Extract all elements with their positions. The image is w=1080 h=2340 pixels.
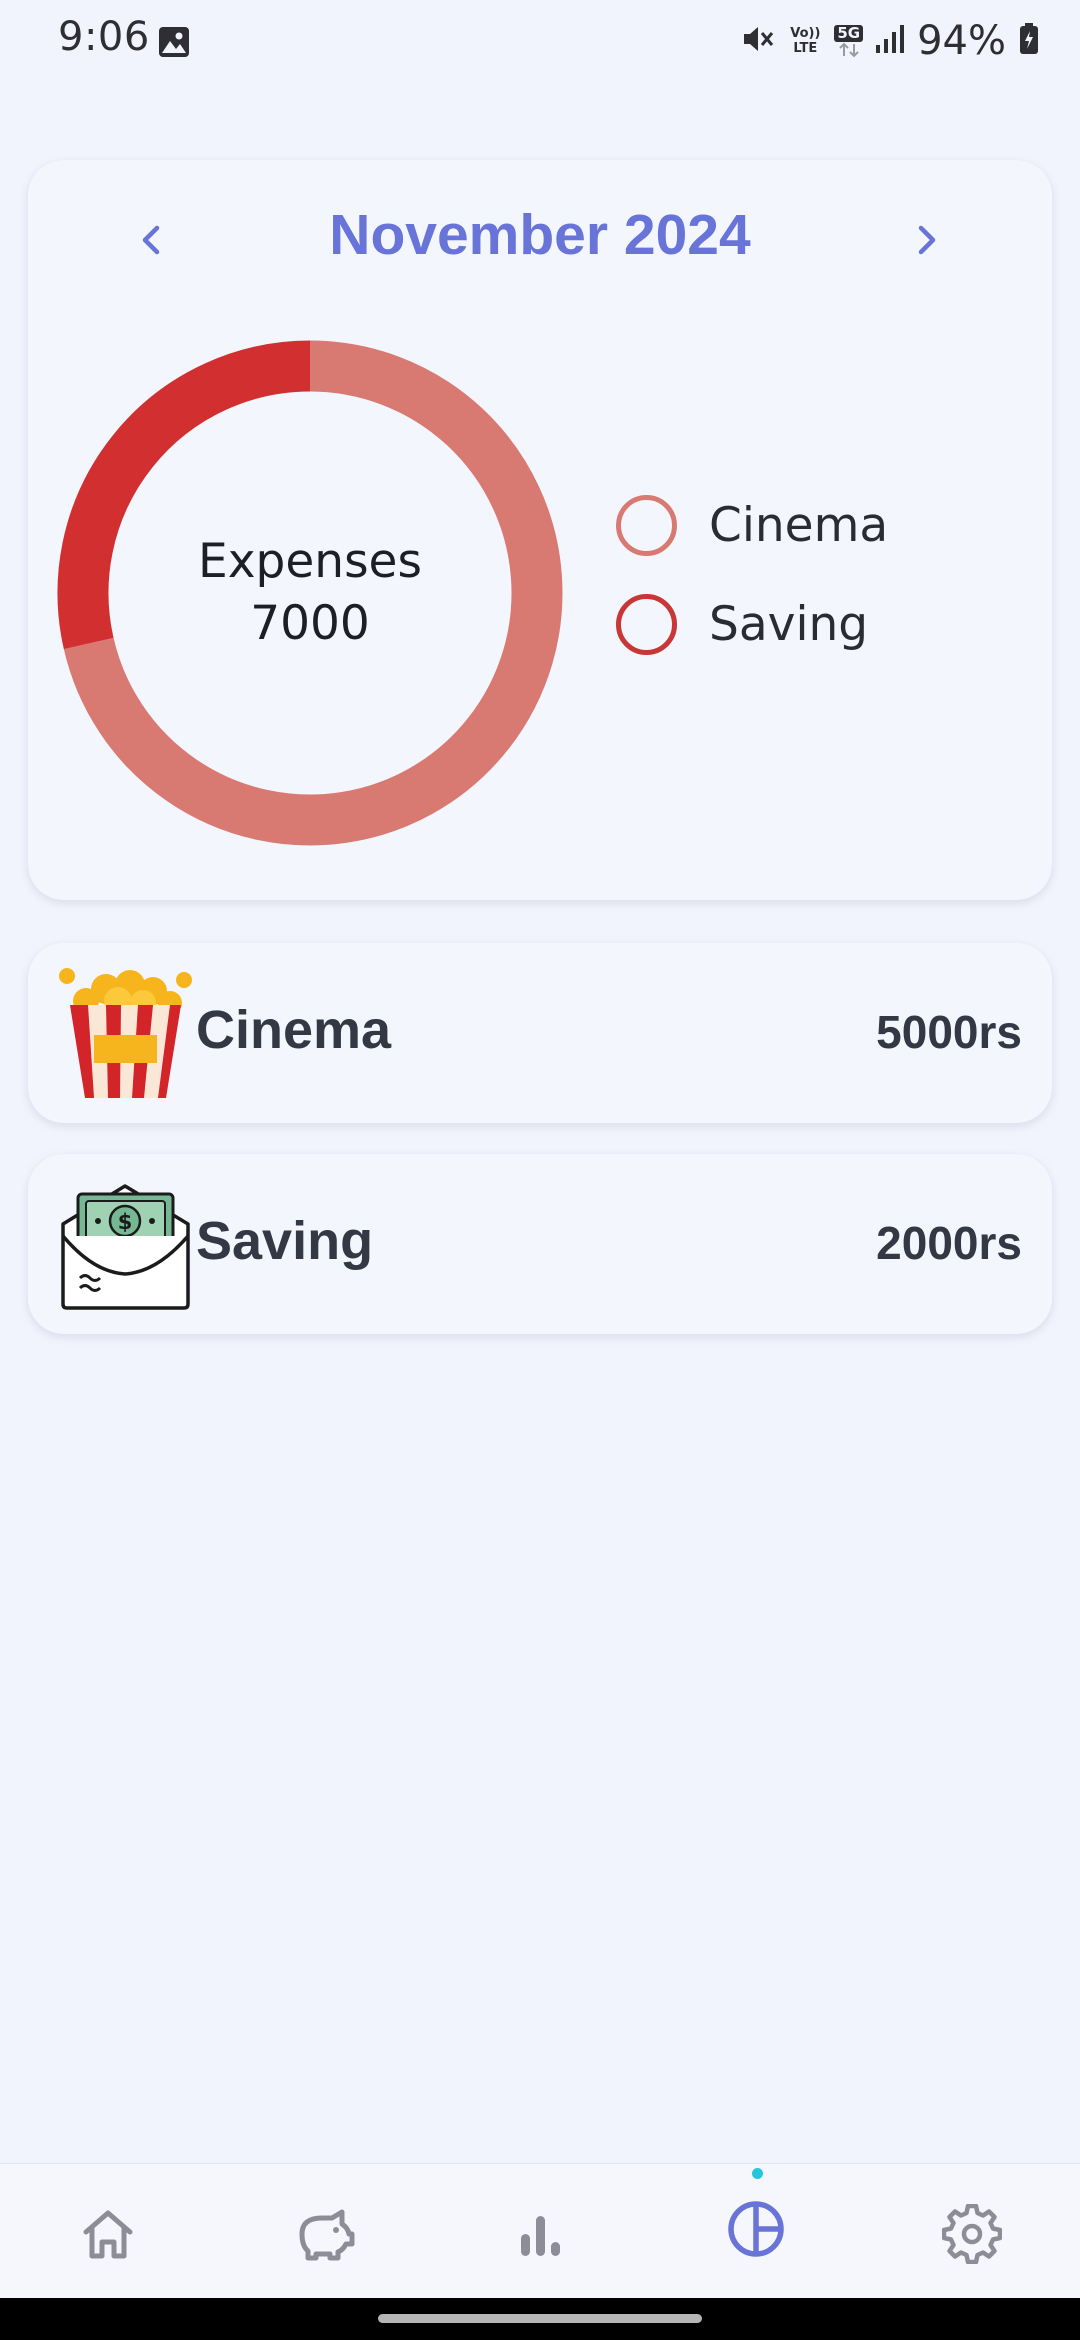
expenses-donut-chart: Expenses 7000 bbox=[55, 338, 565, 848]
expense-row-cinema[interactable]: Cinema 5000rs bbox=[28, 943, 1052, 1123]
battery-icon bbox=[1018, 22, 1040, 60]
expense-row-saving[interactable]: $ Saving 2000rs bbox=[28, 1154, 1052, 1334]
battery-percentage: 94% bbox=[917, 18, 1006, 64]
pie-chart-icon bbox=[728, 2201, 784, 2257]
expense-amount-cinema: 5000rs bbox=[876, 1006, 1022, 1058]
nav-stats-button[interactable] bbox=[500, 2194, 580, 2274]
popcorn-icon bbox=[58, 963, 193, 1103]
donut-center: Expenses 7000 bbox=[55, 338, 565, 848]
volte-icon: Vo)) LTE bbox=[790, 26, 821, 56]
home-icon bbox=[83, 2210, 133, 2259]
gallery-notification-icon bbox=[157, 25, 191, 63]
nav-home-button[interactable] bbox=[68, 2194, 148, 2274]
chart-legend: Cinema Saving bbox=[616, 490, 888, 688]
legend-swatch-saving bbox=[616, 593, 677, 655]
nav-analytics-button[interactable] bbox=[716, 2189, 796, 2269]
nav-savings-button[interactable] bbox=[284, 2194, 364, 2274]
active-tab-indicator bbox=[752, 2168, 763, 2179]
system-gesture-bar bbox=[0, 2298, 1080, 2340]
expense-label-saving: Saving bbox=[196, 1211, 374, 1271]
legend-item-cinema: Cinema bbox=[616, 490, 888, 560]
status-icons: Vo)) LTE 5G 94% bbox=[740, 18, 1040, 64]
bar-chart-icon bbox=[521, 2216, 560, 2256]
expense-label-cinema: Cinema bbox=[196, 1000, 392, 1060]
status-bar: 9:06 Vo)) LTE 5G 94% bbox=[0, 0, 1080, 85]
mute-icon bbox=[740, 21, 776, 61]
status-time: 9:06 bbox=[58, 14, 150, 60]
home-gesture-handle[interactable] bbox=[378, 2314, 702, 2323]
nav-settings-button[interactable] bbox=[932, 2194, 1012, 2274]
legend-label-saving: Saving bbox=[709, 596, 869, 652]
piggy-bank-icon bbox=[299, 2209, 355, 2261]
legend-item-saving: Saving bbox=[616, 589, 888, 659]
svg-text:$: $ bbox=[118, 1210, 133, 1234]
bottom-navigation bbox=[0, 2163, 1080, 2299]
donut-center-label: Expenses bbox=[198, 534, 422, 589]
chevron-right-icon bbox=[918, 225, 936, 255]
expense-amount-saving: 2000rs bbox=[876, 1217, 1022, 1269]
legend-label-cinema: Cinema bbox=[709, 497, 889, 553]
legend-swatch-cinema bbox=[616, 494, 677, 556]
gear-icon bbox=[942, 2204, 1002, 2264]
signal-icon bbox=[875, 23, 905, 59]
monthly-summary-card: November 2024 Expenses 7000 Cinema Savin… bbox=[28, 160, 1052, 900]
donut-center-value: 7000 bbox=[250, 596, 370, 651]
money-envelope-icon: $ bbox=[58, 1174, 193, 1314]
next-month-button[interactable] bbox=[887, 200, 967, 280]
5g-icon: 5G bbox=[834, 24, 864, 58]
